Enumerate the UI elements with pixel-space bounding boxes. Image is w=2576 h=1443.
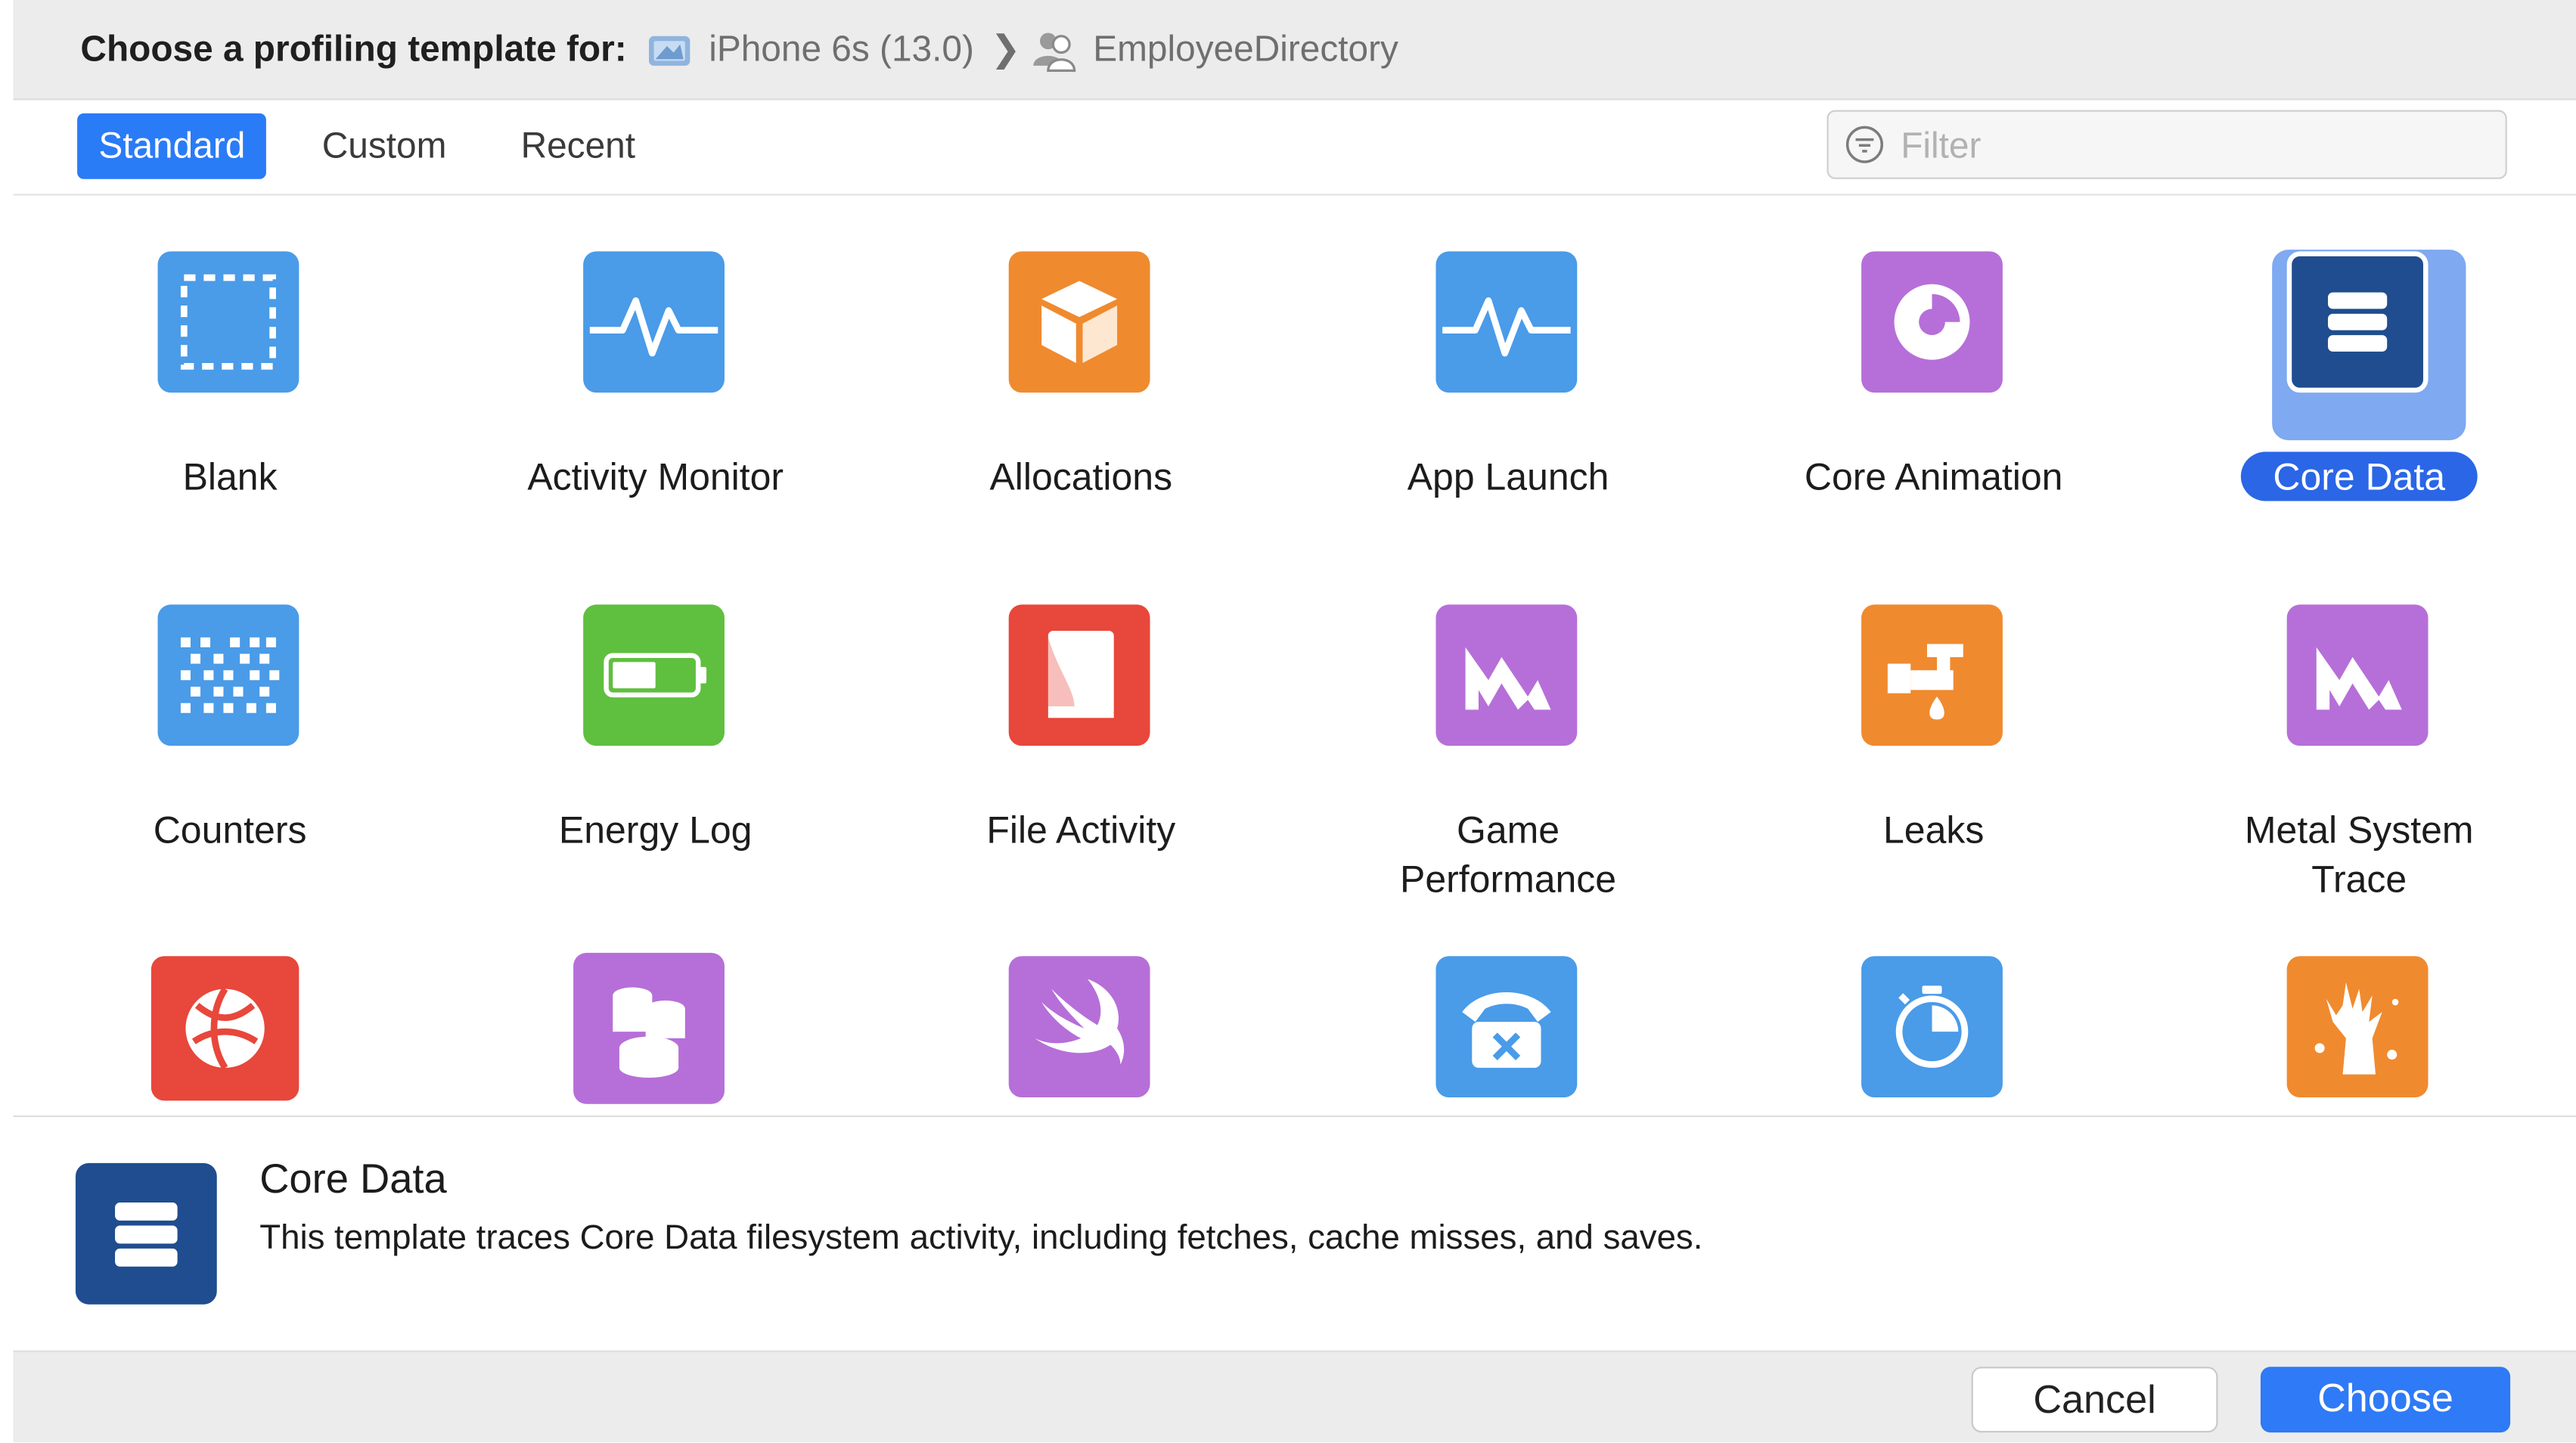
filter-field[interactable] (1826, 110, 2507, 179)
network-icon (151, 956, 299, 1101)
device-name[interactable]: iPhone 6s (13.0) (709, 28, 974, 70)
file-activity-icon (1008, 604, 1150, 746)
template-tabbar: Standard Custom Recent (13, 98, 2576, 196)
template-detail-pane: Core Data This template traces Core Data… (13, 1117, 2576, 1351)
footer-bar: Cancel Choose (13, 1350, 2576, 1443)
filter-icon (1845, 125, 1884, 164)
template-label: Energy Log (558, 808, 753, 852)
template-label: App Launch (1407, 455, 1609, 498)
cancel-button[interactable]: Cancel (1971, 1367, 2218, 1433)
detail-description: This template traces Core Data filesyste… (259, 1218, 1703, 1257)
template-activity-monitor[interactable]: Activity Monitor (491, 219, 819, 531)
zombie-hand-icon (2286, 956, 2429, 1098)
header-prefix: Choose a profiling template for: (80, 27, 627, 70)
template-core-animation[interactable]: Core Animation (1769, 219, 2097, 531)
app-icon (1031, 25, 1080, 74)
core-animation-icon (1861, 251, 2003, 393)
template-label: Blank (182, 455, 278, 498)
counters-icon (157, 604, 299, 746)
core-data-icon (75, 1162, 217, 1305)
selected-label: Core Data (2239, 452, 2478, 501)
database-icon (573, 952, 725, 1104)
template-label: Core Data (2195, 452, 2523, 501)
device-icon (648, 29, 693, 69)
template-label: Leaks (1883, 808, 1985, 852)
template-game-performance[interactable]: Game Performance (1344, 572, 1672, 900)
template-energy-log[interactable]: Energy Log (491, 572, 819, 884)
tab-standard[interactable]: Standard (77, 113, 267, 179)
filter-input[interactable] (1897, 119, 2496, 173)
template-label: File Activity (986, 808, 1176, 852)
template-grid: Blank Activity Monitor Allocations App L… (13, 194, 2576, 1116)
game-performance-icon (1435, 604, 1578, 746)
template-label: Allocations (989, 455, 1173, 498)
template-file-activity[interactable]: File Activity (917, 572, 1245, 884)
template-blank[interactable]: Blank (66, 219, 394, 531)
activity-monitor-icon (583, 251, 725, 393)
instruments-template-chooser: Choose a profiling template for: iPhone … (0, 0, 2576, 1443)
blank-icon (157, 251, 299, 393)
template-leaks[interactable]: Leaks (1769, 572, 2097, 884)
swift-icon (1008, 956, 1150, 1098)
template-label: Metal System Trace (2244, 808, 2474, 901)
template-swift[interactable] (917, 923, 1245, 1116)
choose-button[interactable]: Choose (2260, 1367, 2511, 1433)
detail-title: Core Data (259, 1156, 447, 1203)
metal-system-trace-icon (2286, 604, 2429, 746)
timer-icon (1861, 956, 2003, 1098)
template-network[interactable] (66, 923, 394, 1116)
tab-recent[interactable]: Recent (499, 113, 656, 179)
template-chooser-sheet: Choose a profiling template for: iPhone … (13, 0, 2576, 1443)
template-timer[interactable] (1769, 923, 2097, 1116)
template-counters[interactable]: Counters (66, 572, 394, 884)
template-label: Game Performance (1400, 808, 1617, 901)
breadcrumb-separator: ❯ (990, 27, 1021, 70)
core-data-icon (2286, 251, 2429, 393)
header-bar: Choose a profiling template for: iPhone … (13, 0, 2576, 101)
app-launch-icon (1435, 251, 1578, 393)
tab-custom[interactable]: Custom (301, 113, 468, 179)
template-telephone[interactable] (1344, 923, 1672, 1116)
template-core-data[interactable]: Core Data (2195, 219, 2523, 531)
template-allocations[interactable]: Allocations (917, 219, 1245, 531)
energy-log-icon (583, 604, 725, 746)
template-label: Core Animation (1804, 455, 2063, 498)
template-metal-system-trace[interactable]: Metal System Trace (2195, 572, 2523, 900)
template-label: Activity Monitor (527, 455, 784, 498)
template-app-launch[interactable]: App Launch (1344, 219, 1672, 531)
leaks-icon (1861, 604, 2003, 746)
template-zombies[interactable] (2195, 923, 2523, 1116)
allocations-icon (1008, 251, 1150, 393)
template-label: Counters (153, 808, 307, 852)
template-database[interactable] (491, 923, 819, 1116)
app-name[interactable]: EmployeeDirectory (1093, 28, 1398, 70)
telephone-icon (1435, 956, 1578, 1098)
